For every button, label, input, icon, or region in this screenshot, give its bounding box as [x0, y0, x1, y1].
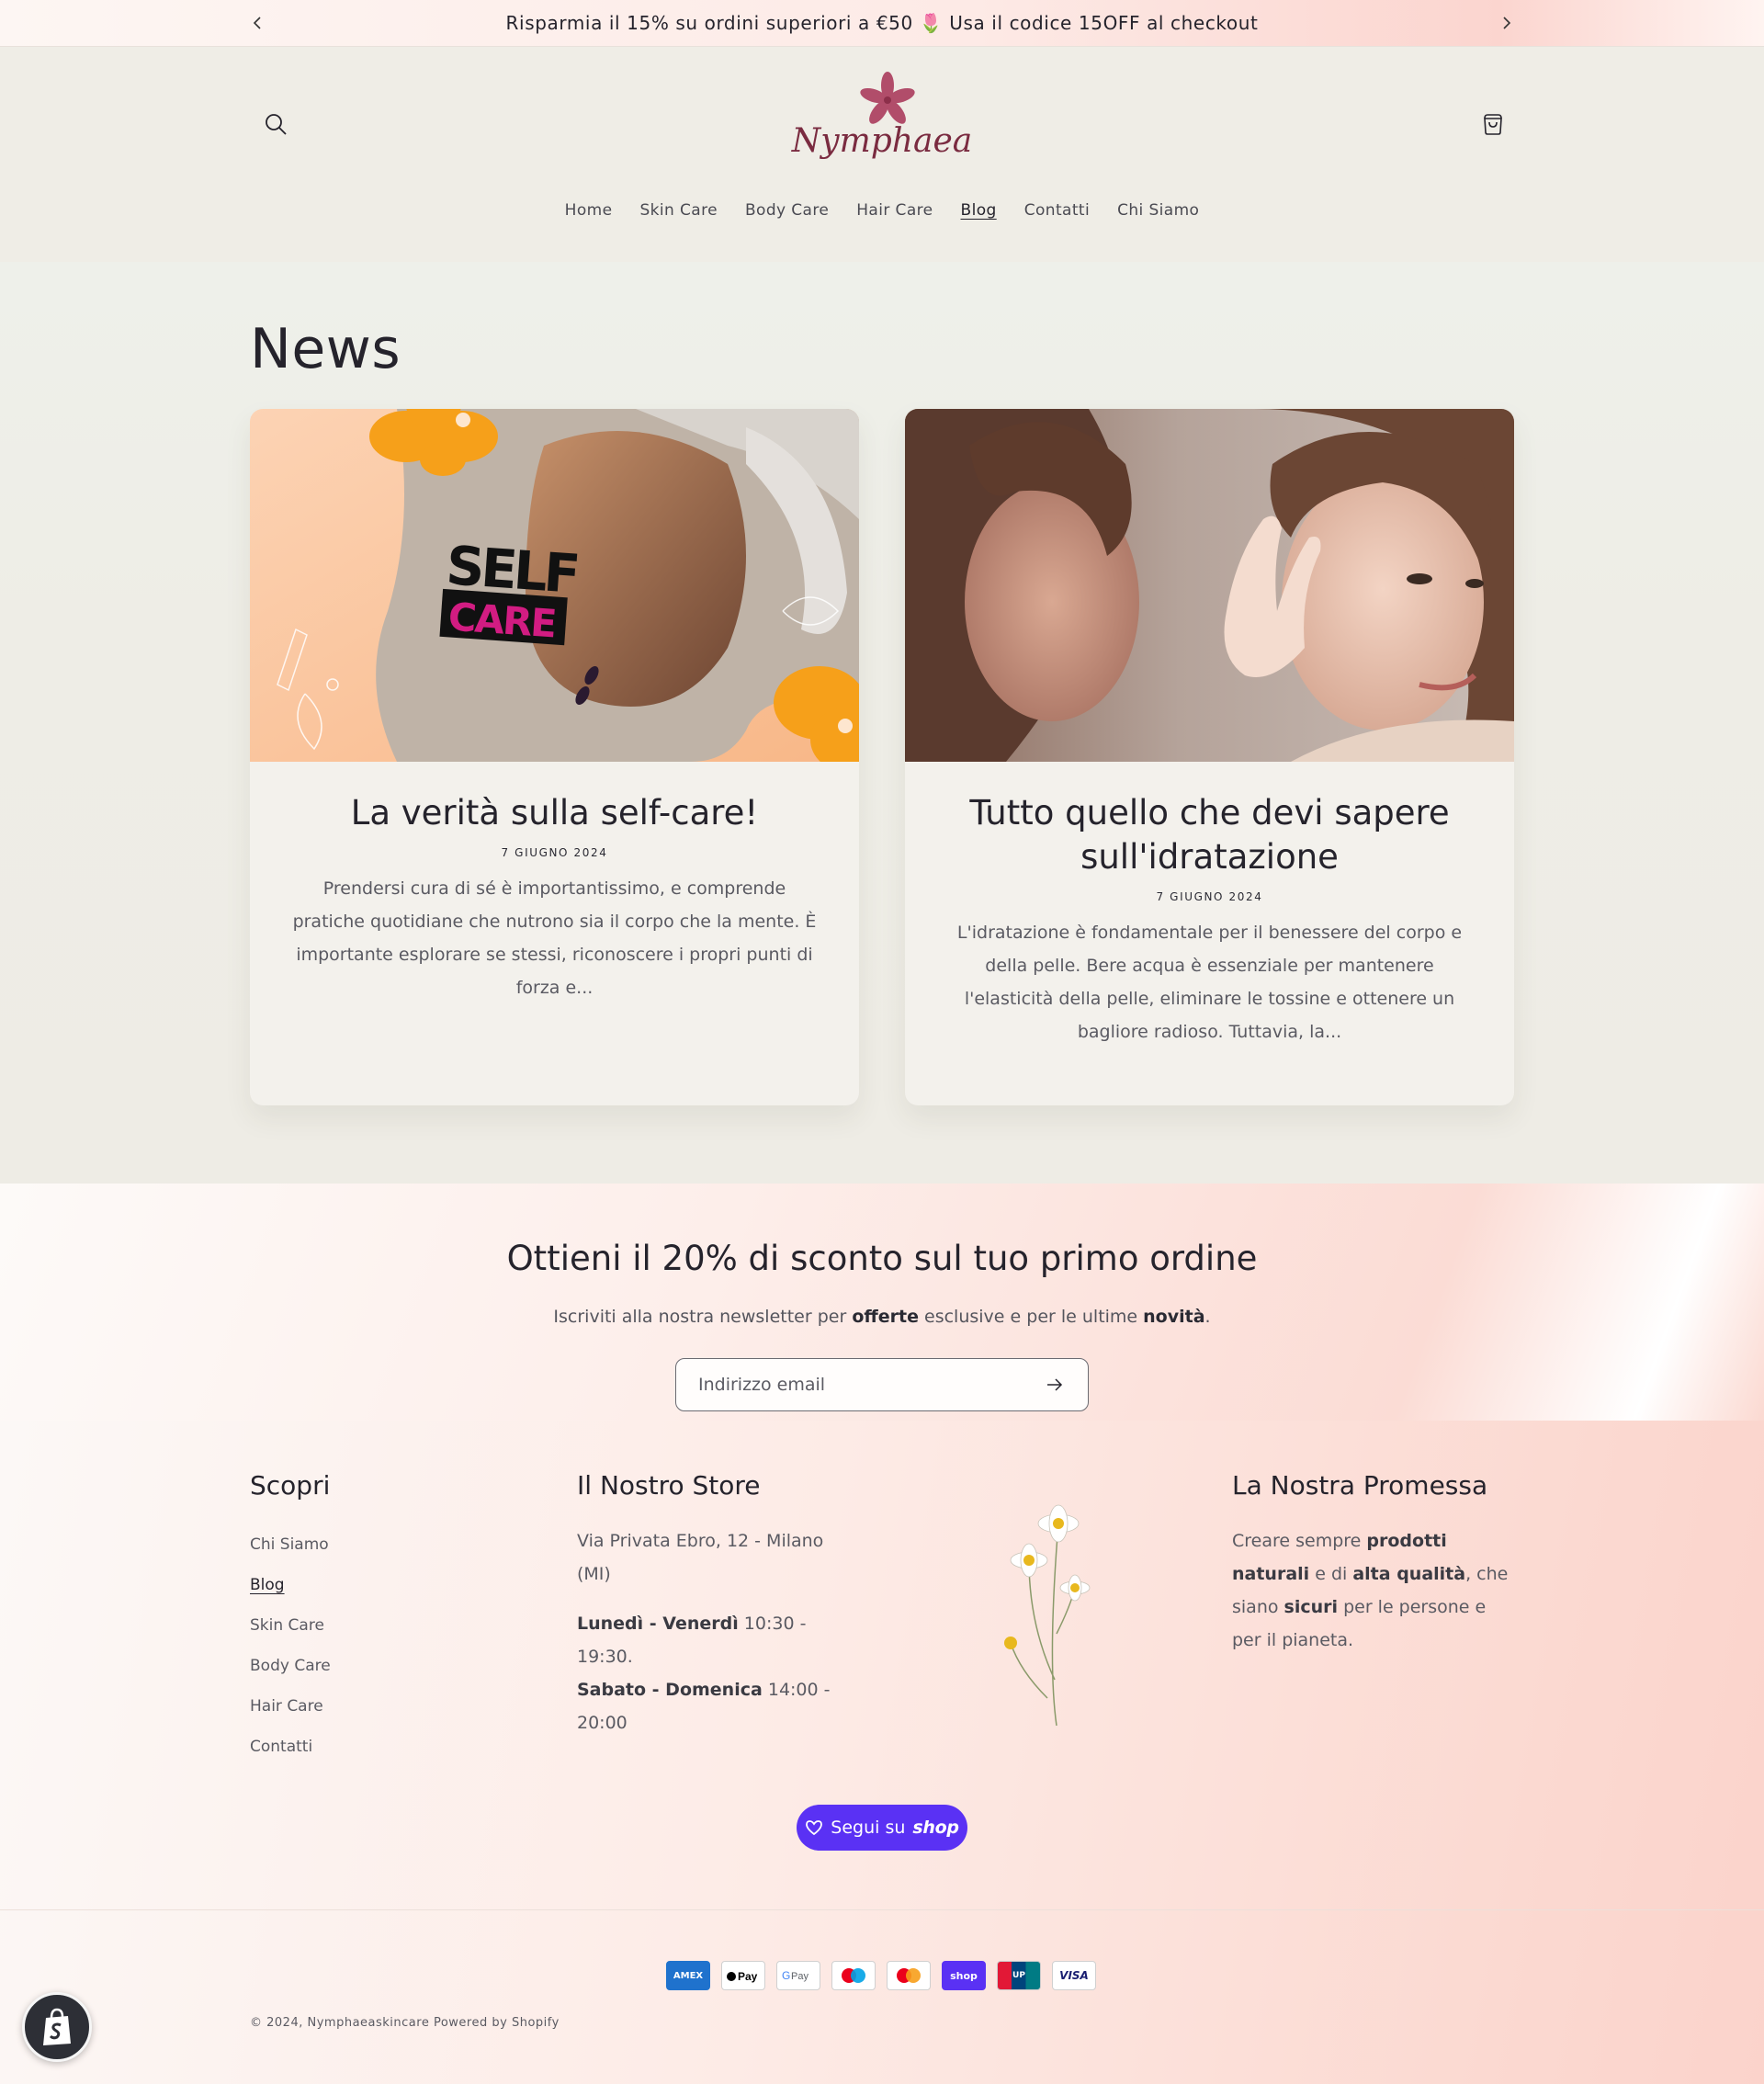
footer-column-scopri: Scopri Chi Siamo Blog Skin Care Body Car…	[250, 1470, 507, 1767]
logo-wordmark: Nymphaea	[791, 122, 972, 160]
follow-on-shop-button[interactable]: Segui su shop	[797, 1805, 967, 1851]
mastercard-icon	[887, 1961, 931, 1990]
amex-icon: AMEX	[666, 1961, 710, 1990]
footer-link-chi-siamo[interactable]: Chi Siamo	[250, 1524, 507, 1565]
store-name-link[interactable]: Nymphaeaskincare	[308, 2016, 430, 2030]
footer-link-body-care[interactable]: Body Care	[250, 1646, 507, 1686]
article-title[interactable]: Tutto quello che devi sapere sull'idrata…	[942, 791, 1477, 879]
footer-heading: Scopri	[250, 1470, 331, 1501]
shop-brand: shop	[912, 1818, 959, 1838]
article-excerpt: L'idratazione è fondamentale per il bene…	[956, 923, 1463, 1042]
footer-heading: Il Nostro Store	[577, 1470, 761, 1501]
nav-body-care[interactable]: Body Care	[731, 201, 842, 220]
svg-text:Pay: Pay	[738, 1970, 758, 1983]
copyright: © 2024, Nymphaeaskincare Powered by Shop…	[250, 2016, 560, 2030]
footer-heading: La Nostra Promessa	[1232, 1470, 1488, 1501]
unionpay-icon: UP	[997, 1961, 1041, 1990]
article-image[interactable]	[905, 409, 1514, 762]
payment-methods: AMEX Pay G Pay shop UP VISA	[666, 1961, 1096, 1990]
email-field[interactable]	[675, 1358, 1089, 1411]
newsletter-subtitle: Iscriviti alla nostra newsletter per off…	[553, 1307, 1211, 1327]
store-address: Via Privata Ebro, 12 - Milano (MI)	[577, 1531, 824, 1584]
article-card[interactable]: Tutto quello che devi sapere sull'idrata…	[905, 409, 1514, 1105]
apple-pay-icon: Pay	[721, 1961, 765, 1990]
footer-link-skin-care[interactable]: Skin Care	[250, 1605, 507, 1646]
site-header: Nymphaea Home Skin Care Body Care Hair C…	[0, 47, 1764, 262]
shop-pay-icon: shop	[942, 1961, 986, 1990]
article-image[interactable]: SELF CARE	[250, 409, 859, 762]
heart-icon	[806, 1820, 823, 1836]
chevron-left-icon[interactable]	[246, 11, 270, 35]
footer-divider	[0, 1909, 1764, 1910]
article-title[interactable]: La verità sulla self-care!	[287, 791, 822, 835]
announcement-bar: Risparmia il 15% su ordini superiori a €…	[0, 0, 1764, 47]
nav-contatti[interactable]: Contatti	[1011, 201, 1103, 220]
footer-link-contatti[interactable]: Contatti	[250, 1727, 507, 1767]
chamomile-illustration	[992, 1496, 1102, 1735]
article-date: 7 GIUGNO 2024	[1156, 890, 1263, 903]
footer-column-store: Il Nostro Store Via Privata Ebro, 12 - M…	[577, 1470, 862, 1739]
email-input[interactable]	[698, 1375, 1044, 1395]
store-logo[interactable]: Nymphaea	[779, 69, 985, 170]
google-pay-icon: G Pay	[776, 1961, 820, 1990]
visa-icon: VISA	[1052, 1961, 1096, 1990]
footer-link-blog[interactable]: Blog	[250, 1565, 507, 1605]
image-text-care: CARE	[447, 594, 556, 646]
main-navigation: Home Skin Care Body Care Hair Care Blog …	[0, 201, 1764, 220]
nav-skin-care[interactable]: Skin Care	[626, 201, 731, 220]
maestro-icon	[831, 1961, 876, 1990]
article-excerpt: Prendersi cura di sé è importantissimo, …	[292, 878, 817, 998]
nav-blog[interactable]: Blog	[947, 201, 1011, 220]
promise-text: Creare sempre prodotti naturali e di alt…	[1232, 1531, 1509, 1650]
footer-column-promise: La Nostra Promessa Creare sempre prodott…	[1232, 1470, 1517, 1657]
shopify-bag-icon[interactable]	[22, 1992, 92, 2062]
chevron-right-icon[interactable]	[1494, 11, 1518, 35]
footer-links: Chi Siamo Blog Skin Care Body Care Hair …	[250, 1524, 507, 1767]
store-hours: Lunedì - Venerdì 10:30 - 19:30. Sabato - …	[577, 1614, 831, 1733]
nav-home[interactable]: Home	[551, 201, 627, 220]
newsletter-section: Ottieni il 20% di sconto sul tuo primo o…	[0, 1184, 1764, 1421]
nav-chi-siamo[interactable]: Chi Siamo	[1103, 201, 1213, 220]
announcement-text: Risparmia il 15% su ordini superiori a €…	[505, 12, 1259, 34]
follow-label: Segui su	[831, 1818, 906, 1838]
article-date: 7 GIUGNO 2024	[501, 846, 608, 859]
page-title: News	[250, 317, 401, 381]
article-card[interactable]: SELF CARE La verità sulla self-care! 7 G…	[250, 409, 859, 1105]
arrow-right-icon[interactable]	[1044, 1374, 1066, 1396]
blog-section: News SELF CARE La verità sulla self-care…	[0, 262, 1764, 1184]
nav-hair-care[interactable]: Hair Care	[842, 201, 946, 220]
search-icon[interactable]	[257, 106, 294, 142]
footer-link-hair-care[interactable]: Hair Care	[250, 1686, 507, 1727]
svg-text:G: G	[782, 1969, 790, 1982]
cart-icon[interactable]	[1475, 106, 1511, 142]
site-footer: Scopri Chi Siamo Blog Skin Care Body Car…	[0, 1421, 1764, 2084]
newsletter-title: Ottieni il 20% di sconto sul tuo primo o…	[506, 1239, 1258, 1278]
powered-by-link[interactable]: Powered by Shopify	[434, 2016, 560, 2030]
svg-text:Pay: Pay	[791, 1971, 808, 1982]
